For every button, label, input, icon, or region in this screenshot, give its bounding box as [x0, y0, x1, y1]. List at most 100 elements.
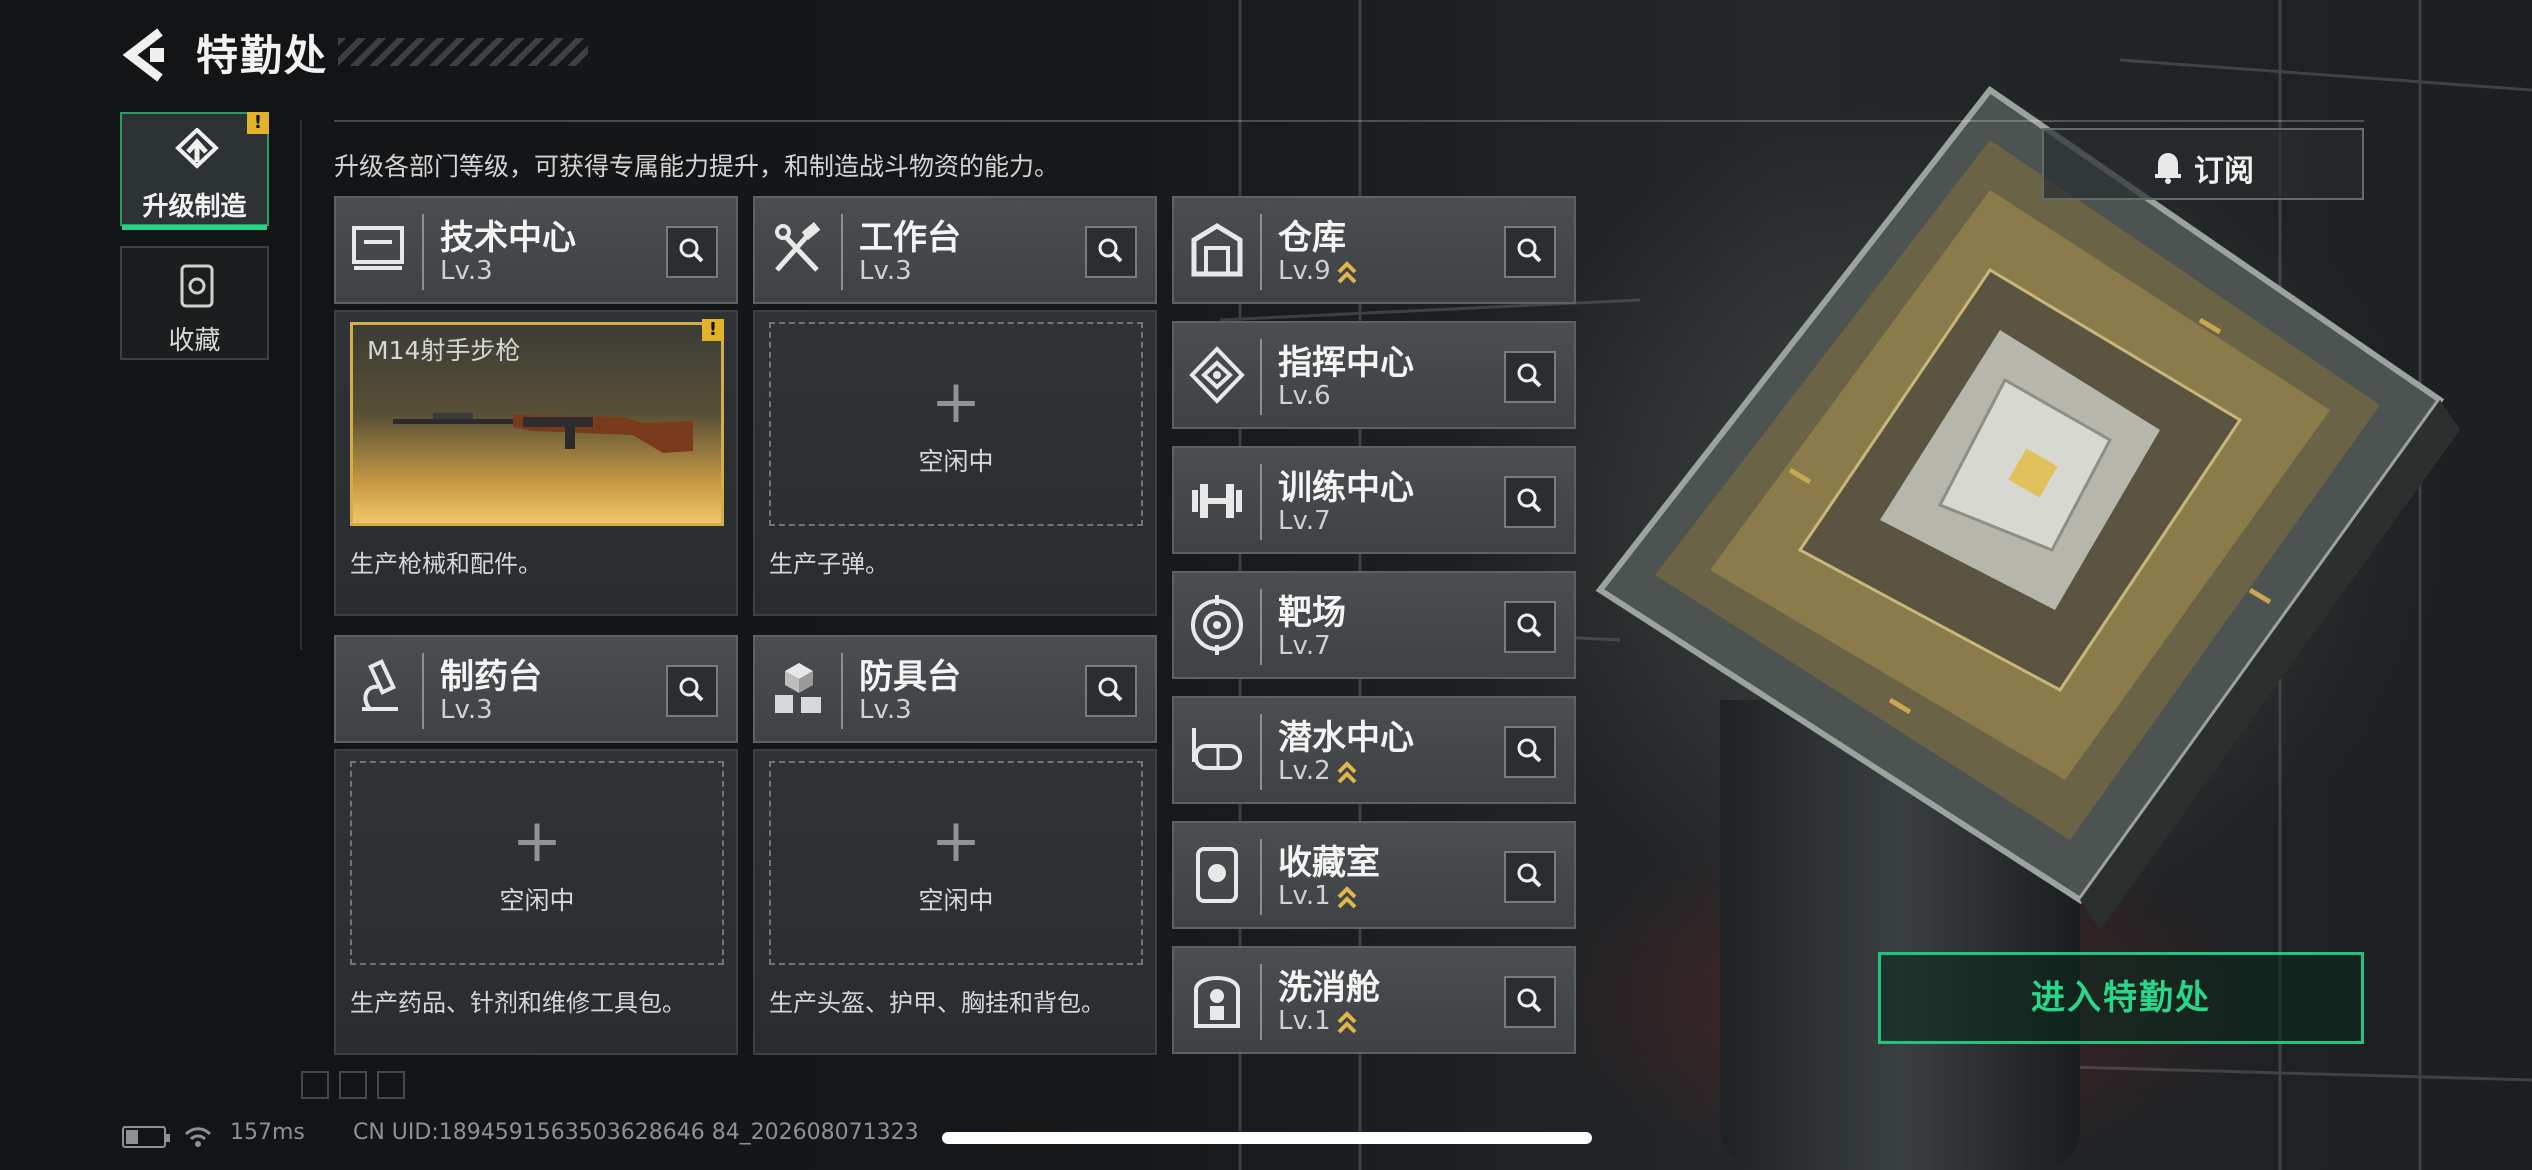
facility-name: 潜水中心 [1278, 718, 1414, 758]
facility-name: 洗消舱 [1278, 968, 1380, 1008]
battery-icon [122, 1126, 170, 1148]
facility-card-decon-chamber[interactable]: 洗消舱 Lv.1 [1172, 946, 1576, 1054]
search-icon [679, 238, 704, 263]
dept-search-button[interactable] [1085, 226, 1137, 278]
search-icon [1098, 238, 1123, 263]
production-slot-active[interactable]: M14射手步枪 ! [350, 319, 724, 526]
tab-upgrade-craft-label: 升级制造 [142, 192, 247, 222]
facility-level: Lv.9 [1278, 256, 1357, 286]
dept-name: 防具台 [859, 657, 961, 697]
rifle-image [393, 413, 693, 453]
search-icon [1098, 677, 1123, 702]
facility-level: Lv.1 [1278, 1006, 1357, 1036]
facility-search-button[interactable] [1504, 601, 1556, 653]
facility-name: 靶场 [1278, 593, 1346, 633]
tab-warning-badge: ! [247, 112, 269, 134]
facility-search-button[interactable] [1504, 851, 1556, 903]
dept-level: Lv.3 [859, 256, 912, 286]
tab-upgrade-craft[interactable]: 升级制造 ! [120, 112, 269, 230]
ping-readout: 157ms [230, 1120, 305, 1145]
enter-special-ops-button[interactable]: 进入特勤处 [1878, 952, 2364, 1044]
slot-idle-label: 空闲中 [499, 886, 575, 915]
dept-description: 生产子弹。 [769, 550, 889, 578]
upgrade-arrow-icon [1337, 260, 1357, 283]
goggles-icon [1192, 728, 1242, 770]
production-slot-empty[interactable]: + 空闲中 [350, 761, 724, 965]
dept-level: Lv.3 [440, 256, 493, 286]
facility-card-collection-room[interactable]: 收藏室 Lv.1 [1172, 821, 1576, 929]
warehouse-icon [1191, 223, 1243, 277]
back-arrow-icon[interactable] [120, 26, 170, 84]
facility-search-button[interactable] [1504, 351, 1556, 403]
command-icon [1189, 346, 1245, 404]
facility-level: Lv.7 [1278, 506, 1331, 536]
search-icon [1517, 988, 1542, 1013]
search-icon [1517, 363, 1542, 388]
dept-level: Lv.3 [440, 695, 493, 725]
dept-search-button[interactable] [1085, 665, 1137, 717]
facility-level: Lv.2 [1278, 756, 1357, 786]
dept-card-workbench[interactable]: 工作台 Lv.3 [753, 196, 1157, 304]
facility-level: Lv.6 [1278, 381, 1331, 411]
title-decoration [338, 38, 588, 66]
slot-idle-label: 空闲中 [918, 447, 994, 476]
upgrade-icon [175, 128, 219, 169]
target-icon [1191, 595, 1243, 655]
home-indicator[interactable] [942, 1132, 1592, 1144]
upgrade-arrow-icon [1337, 1010, 1357, 1033]
dept-slot-panel-workbench: + 空闲中 生产子弹。 [753, 310, 1157, 616]
facility-level: Lv.1 [1278, 881, 1357, 911]
header-divider [334, 120, 2364, 122]
decorative-corner-marks [301, 1071, 405, 1099]
production-slot-empty[interactable]: + 空闲中 [769, 322, 1143, 526]
upgrade-arrow-icon [1337, 760, 1357, 783]
facility-card-training-center[interactable]: 训练中心 Lv.7 [1172, 446, 1576, 554]
bell-icon [2155, 153, 2181, 184]
facility-card-shooting-range[interactable]: 靶场 Lv.7 [1172, 571, 1576, 679]
production-slot-empty[interactable]: + 空闲中 [769, 761, 1143, 965]
search-icon [1517, 738, 1542, 763]
facility-search-button[interactable] [1504, 976, 1556, 1028]
dept-name: 技术中心 [440, 218, 576, 258]
search-icon [1517, 613, 1542, 638]
search-icon [1517, 488, 1542, 513]
facility-name: 训练中心 [1278, 468, 1414, 508]
dept-search-button[interactable] [666, 226, 718, 278]
active-tab-indicator [122, 225, 267, 230]
dept-name: 制药台 [440, 657, 542, 697]
facility-search-button[interactable] [1504, 726, 1556, 778]
subscribe-button[interactable]: 订阅 [2042, 128, 2364, 200]
dept-level: Lv.3 [859, 695, 912, 725]
wifi-icon [184, 1127, 212, 1147]
dept-slot-panel-pharmacy: + 空闲中 生产药品、针剂和维修工具包。 [334, 749, 738, 1055]
add-icon: + [930, 367, 982, 437]
facility-name: 收藏室 [1278, 843, 1380, 883]
armor-blocks-icon [775, 663, 821, 713]
search-icon [1517, 238, 1542, 263]
slot-idle-label: 空闲中 [918, 886, 994, 915]
facility-level: Lv.7 [1278, 631, 1331, 661]
dept-search-button[interactable] [666, 665, 718, 717]
dumbbell-icon [1192, 484, 1242, 518]
search-icon [1517, 863, 1542, 888]
facility-card-command-center[interactable]: 指挥中心 Lv.6 [1172, 321, 1576, 429]
add-icon: + [511, 806, 563, 876]
facility-name: 仓库 [1278, 218, 1346, 258]
tools-icon [775, 222, 821, 272]
facility-search-button[interactable] [1504, 476, 1556, 528]
enter-button-label: 进入特勤处 [2031, 978, 2211, 1018]
dept-card-armor-bench[interactable]: 防具台 Lv.3 [753, 635, 1157, 743]
upgrade-arrow-icon [1337, 885, 1357, 908]
dept-card-pharmacy[interactable]: 制药台 Lv.3 [334, 635, 738, 743]
subscribe-label: 订阅 [2194, 154, 2254, 189]
page-subtitle: 升级各部门等级，可获得专属能力提升，和制造战斗物资的能力。 [334, 152, 1060, 181]
facility-search-button[interactable] [1504, 226, 1556, 278]
tab-collection[interactable]: 收藏 [120, 246, 269, 360]
facility-card-diving-center[interactable]: 潜水中心 Lv.2 [1172, 696, 1576, 804]
facility-card-warehouse[interactable]: 仓库 Lv.9 [1172, 196, 1576, 304]
slot-warning-badge: ! [702, 319, 724, 341]
microscope-icon [362, 659, 398, 711]
dept-card-tech-center[interactable]: 技术中心 Lv.3 [334, 196, 738, 304]
left-divider [300, 120, 302, 650]
dept-slot-panel-armor-bench: + 空闲中 生产头盔、护甲、胸挂和背包。 [753, 749, 1157, 1055]
